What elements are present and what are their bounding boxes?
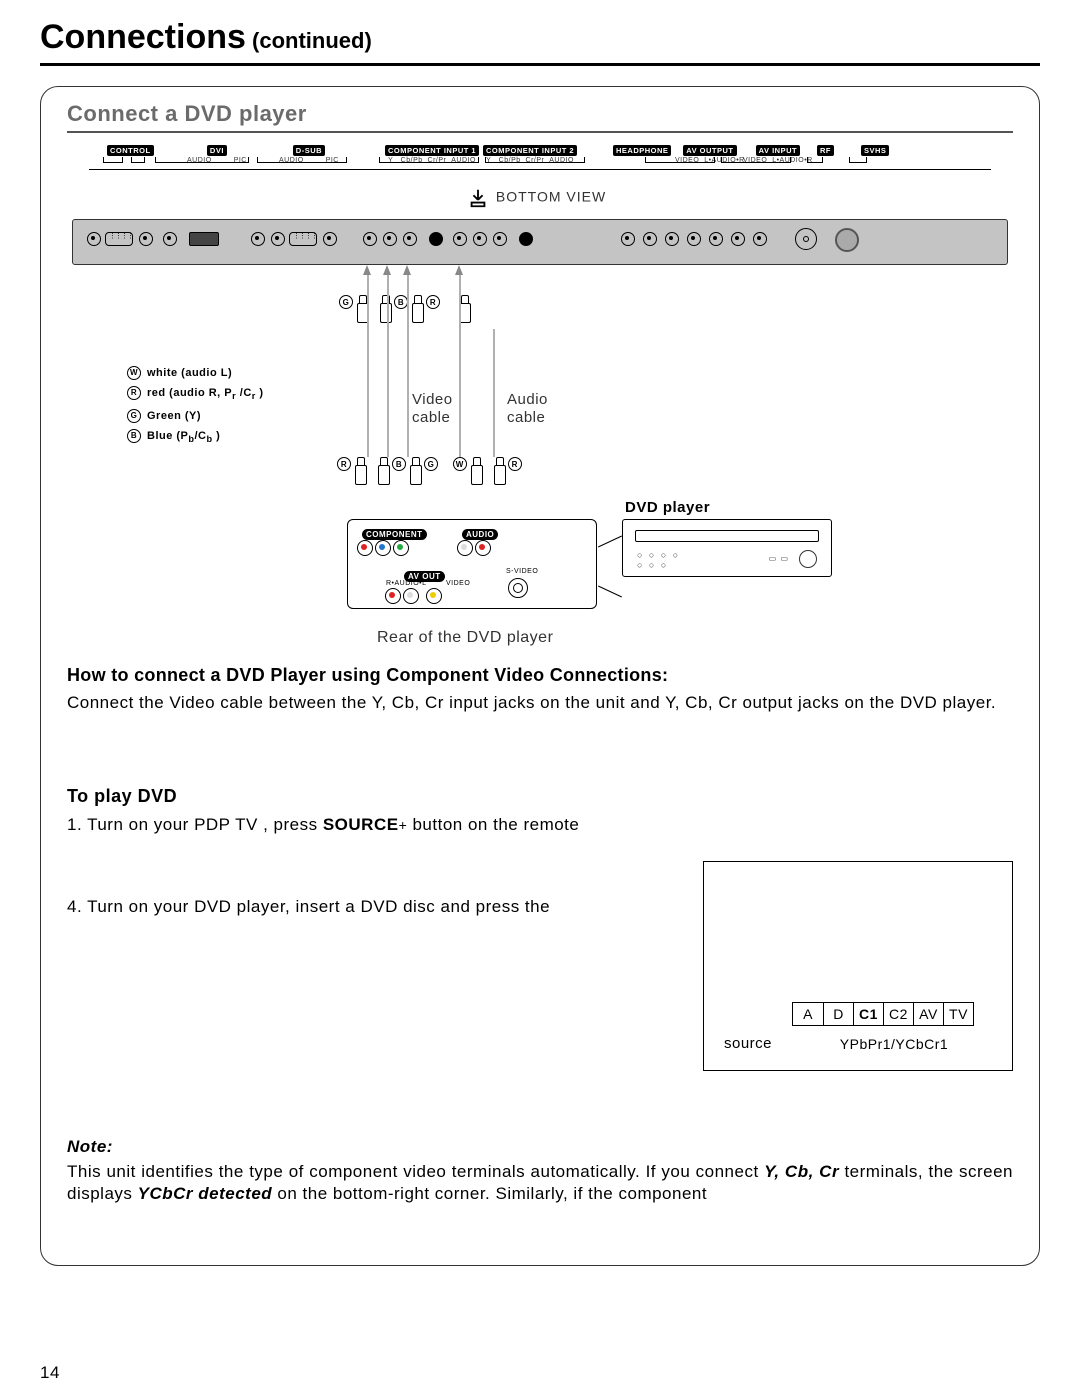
video-cable-label: Video cable [412, 391, 453, 427]
source-cell: A [793, 1003, 823, 1025]
top-rule [89, 169, 991, 170]
lower-plugs: R BG W R [337, 457, 522, 490]
source-cell: D [823, 1003, 853, 1025]
source-cells-row: ADC1C2AVTV [792, 1002, 974, 1026]
signal-label: YPbPr1/YCbCr1 [804, 1036, 984, 1052]
howto-text: Connect the Video cable between the Y, C… [67, 692, 1013, 714]
play-step-1: 1. Turn on your PDP TV , press SOURCE+ b… [67, 815, 1013, 835]
osd-box: ADC1C2AVTV source YPbPr1/YCbCr1 [703, 861, 1013, 1071]
bottom-view-label: BOTTOM VIEW [467, 187, 606, 209]
note-text: This unit identifies the type of compone… [67, 1161, 1013, 1205]
play-title: To play DVD [67, 786, 1013, 807]
rear-caption: Rear of the DVD player [377, 629, 553, 647]
page-heading: Connections (continued) [40, 18, 1040, 66]
ports-strip [72, 219, 1008, 265]
howto-section: How to connect a DVD Player using Compon… [67, 665, 1013, 714]
section-title: Connect a DVD player [67, 101, 1013, 133]
source-cell: TV [943, 1003, 973, 1025]
source-label: source [724, 1035, 772, 1052]
howto-title: How to connect a DVD Player using Compon… [67, 665, 1013, 686]
cable-legend: Wwhite (audio L) Rred (audio R, Pr /Cr )… [127, 363, 264, 449]
audio-cable-label: Audio cable [507, 391, 548, 427]
content-panel: Connect a DVD player CONTROL DVIAUDIO PI… [40, 86, 1040, 1266]
title-continued: (continued) [246, 28, 372, 53]
down-arrow-icon [467, 187, 489, 209]
upper-plugs: G BR [339, 295, 473, 328]
source-cell: C1 [853, 1003, 883, 1025]
note-title: Note: [67, 1137, 1013, 1157]
dvd-rear-panel: COMPONENT AUDIO AV OUT R•AUDIO•L VIDEO S… [347, 519, 597, 609]
dvd-unit-illustration: ○ ○ ○ ○○ ○ ○ ▭ ▭ [622, 519, 832, 577]
connection-diagram: CONTROL DVIAUDIO PIC D-SUBAUDIO PIC COMP… [67, 141, 1013, 661]
title-main: Connections [40, 18, 246, 56]
dvd-player-label: DVD player [625, 499, 710, 516]
top-underlines [89, 157, 991, 167]
source-cell: AV [913, 1003, 943, 1025]
source-cell: C2 [883, 1003, 913, 1025]
note-section: Note: This unit identifies the type of c… [67, 1137, 1013, 1205]
page-number: 14 [40, 1363, 60, 1383]
